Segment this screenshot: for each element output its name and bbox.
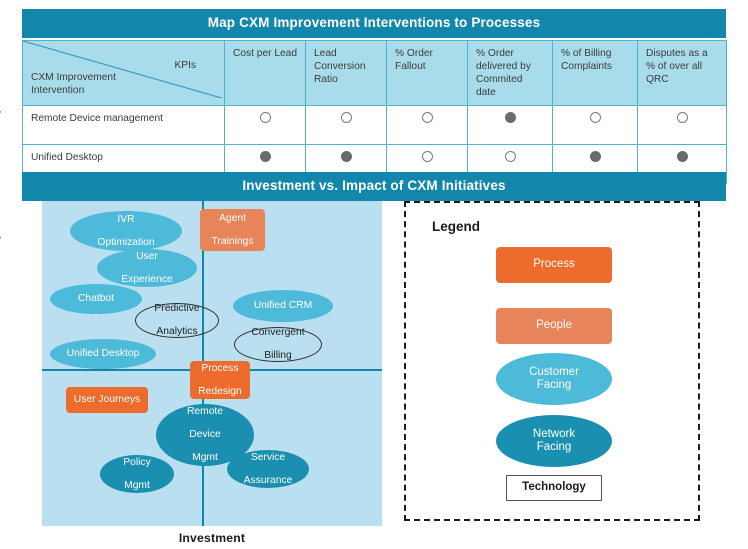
rating-marker-empty bbox=[260, 111, 271, 123]
plot-canvas: IVR Optimization Agent Trainings User Ex… bbox=[42, 201, 382, 526]
legend-item-network-facing[interactable]: Network Facing bbox=[496, 415, 612, 467]
intervention-axis-label: CXM Improvement Intervention bbox=[31, 72, 116, 97]
legend-title: Legend bbox=[432, 219, 481, 234]
rating-marker-filled bbox=[677, 150, 688, 162]
quadrant-chart: IVR Optimization Agent Trainings User Ex… bbox=[42, 201, 382, 526]
node-policy-mgmt[interactable]: Policy Mgmt bbox=[100, 455, 174, 493]
marker-cell bbox=[386, 104, 468, 145]
column-header-cost-per-lead: Cost per Lead bbox=[224, 39, 306, 106]
rating-marker-empty bbox=[505, 150, 516, 162]
node-agent-trainings[interactable]: Agent Trainings bbox=[200, 209, 265, 251]
kpis-axis-label: KPIs bbox=[174, 59, 196, 71]
node-unified-desktop[interactable]: Unified Desktop bbox=[50, 339, 156, 369]
rating-marker-filled bbox=[260, 150, 271, 162]
column-header-order-fallout: % Order Fallout bbox=[386, 39, 468, 106]
mapping-table-section: Map CXM Improvement Interventions to Pro… bbox=[22, 9, 727, 184]
row-label-remote-device-management: Remote Device management bbox=[22, 104, 225, 145]
marker-cell bbox=[552, 104, 638, 145]
column-header-order-delivered-committed: % Order delivered by Commited date bbox=[467, 39, 553, 106]
legend-item-people[interactable]: People bbox=[496, 308, 612, 344]
rating-marker-empty bbox=[677, 111, 688, 123]
legend-panel: Legend Process People Customer Facing Ne… bbox=[404, 201, 700, 521]
rating-marker-empty bbox=[422, 150, 433, 162]
table-header-row: KPIs CXM Improvement Intervention Cost p… bbox=[22, 39, 727, 106]
node-service-assurance[interactable]: Service Assurance bbox=[227, 450, 309, 488]
legend-item-technology[interactable]: Technology bbox=[506, 475, 602, 501]
node-user-experience[interactable]: User Experience bbox=[97, 249, 197, 287]
rating-marker-filled bbox=[341, 150, 352, 162]
column-header-disputes-qrc: Disputes as a % of over all QRC bbox=[637, 39, 727, 106]
node-chatbot[interactable]: Chatbot bbox=[50, 284, 142, 314]
rating-marker-empty bbox=[422, 111, 433, 123]
mapping-table: KPIs CXM Improvement Intervention Cost p… bbox=[22, 39, 727, 184]
column-header-lead-conversion-ratio: Lead Conversion Ratio bbox=[305, 39, 387, 106]
x-axis-label: Investment bbox=[178, 531, 246, 545]
rating-marker-filled bbox=[505, 111, 516, 123]
node-unified-crm[interactable]: Unified CRM bbox=[233, 290, 333, 322]
node-process-redesign[interactable]: Process Redesign bbox=[190, 361, 250, 399]
chart-title: Investment vs. Impact of CXM Initiatives bbox=[22, 172, 726, 201]
rating-marker-empty bbox=[341, 111, 352, 123]
legend-item-customer-facing[interactable]: Customer Facing bbox=[496, 353, 612, 405]
y-axis-label: Impact on Customer Experience bbox=[0, 4, 1, 254]
node-convergent-billing[interactable]: Convergent Billing bbox=[234, 327, 322, 362]
table-row: Remote Device management bbox=[22, 104, 727, 145]
table-corner-cell: KPIs CXM Improvement Intervention bbox=[22, 39, 225, 106]
marker-cell bbox=[305, 104, 387, 145]
rating-marker-empty bbox=[590, 111, 601, 123]
marker-cell bbox=[467, 104, 553, 145]
node-ivr-optimization[interactable]: IVR Optimization bbox=[70, 211, 182, 251]
mapping-table-title: Map CXM Improvement Interventions to Pro… bbox=[22, 9, 726, 38]
node-predictive-analytics[interactable]: Predictive Analytics bbox=[135, 303, 219, 338]
rating-marker-filled bbox=[590, 150, 601, 162]
chart-section-header: Investment vs. Impact of CXM Initiatives bbox=[22, 172, 726, 201]
marker-cell bbox=[637, 104, 727, 145]
marker-cell bbox=[224, 104, 306, 145]
node-user-journeys[interactable]: User Journeys bbox=[66, 387, 148, 413]
column-header-billing-complaints: % of Billing Complaints bbox=[552, 39, 638, 106]
legend-item-process[interactable]: Process bbox=[496, 247, 612, 283]
